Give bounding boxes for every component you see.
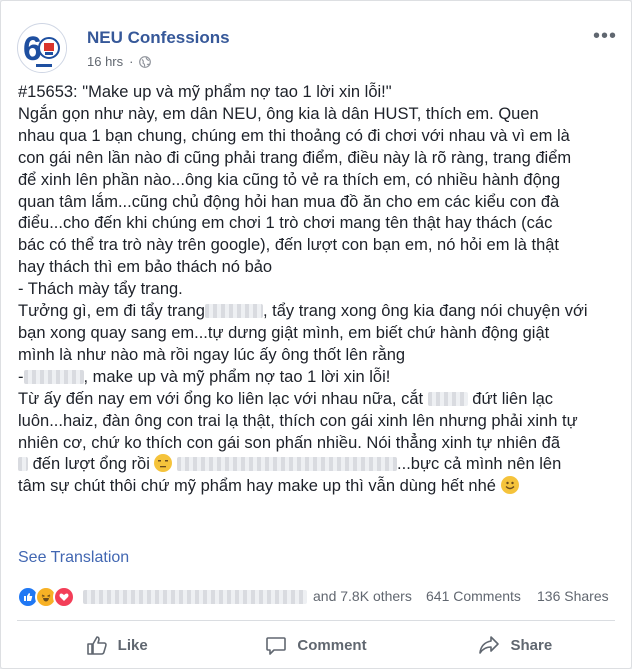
unamused-face-emoji-icon: [154, 454, 173, 473]
post-line-part: -: [18, 367, 24, 386]
page-name-link[interactable]: NEU Confessions: [87, 28, 230, 48]
post-line: để xinh lên phần nào...ông kia cũng tỏ v…: [18, 170, 561, 189]
blurred-text: [23, 369, 84, 384]
reactions-count[interactable]: and 7.8K others: [313, 588, 412, 604]
post-line: - , make up và mỹ phẩm nợ tao 1 lời xin l…: [18, 367, 618, 389]
page-avatar[interactable]: 6: [17, 23, 67, 73]
comment-bubble-icon: [266, 637, 287, 655]
share-arrow-icon: [479, 636, 500, 654]
post-actions: Like Comment Share: [17, 627, 615, 663]
blurred-text: [18, 457, 28, 472]
post-line-part: , tẩy trang xong ông kia đang nói chuyện…: [262, 302, 588, 321]
post-timestamp[interactable]: 16 hrs: [87, 54, 123, 69]
globe-icon[interactable]: [139, 55, 152, 68]
post-line: nhiên cơ, chứ ko thích con gái son phấn …: [18, 433, 561, 452]
smiling-face-emoji-icon: [500, 476, 519, 495]
thumbs-up-icon: [86, 636, 107, 655]
post-line-part: Từ ấy đến nay em với ổng ko liên lạc với…: [18, 389, 424, 408]
post-body: #15653: "Make up và mỹ phẩm nợ tao 1 lời…: [18, 82, 618, 498]
post-line: bạn xong quay sang em...tự dưng giật mìn…: [18, 323, 550, 342]
blurred-text: [177, 457, 398, 472]
reactor-names-blurred[interactable]: [83, 590, 307, 604]
post-line: luôn...haiz, đàn ông con trai lạ thật, t…: [18, 411, 578, 430]
blurred-text: [204, 304, 263, 319]
like-button[interactable]: Like: [17, 627, 216, 663]
post-line: mình là như nào mà rồi ngay lúc ấy ông t…: [18, 345, 406, 364]
post-line: điểu...cho đến khi chúng em chơi 1 trò c…: [18, 214, 553, 233]
see-translation-link[interactable]: See Translation: [18, 549, 129, 567]
love-reaction-icon[interactable]: [53, 586, 75, 608]
post-line: nhau qua 1 bạn chung, chúng em thi thoản…: [18, 126, 570, 145]
post-line: tâm sự chút thôi chứ mỹ phẩm hay make up…: [18, 476, 618, 498]
post-meta: 16 hrs ·: [87, 54, 152, 69]
comment-button[interactable]: Comment: [216, 627, 415, 663]
more-options-icon[interactable]: •••: [593, 26, 617, 46]
post-line: bác có thể tra trò này trên google), đến…: [18, 236, 560, 255]
post-line: Tưởng gì, em đi tẩy trang , tẩy trang xon…: [18, 301, 618, 323]
post-line: Từ ấy đến nay em với ổng ko liên lạc với…: [18, 389, 618, 411]
like-label: Like: [117, 636, 148, 654]
shares-count[interactable]: 136 Shares: [537, 588, 609, 604]
post-line-part: đứt liên lạc: [472, 389, 554, 408]
share-button[interactable]: Share: [416, 627, 615, 663]
reactions-summary: and 7.8K others 641 Comments 136 Shares: [17, 586, 617, 608]
post-line: #15653: "Make up và mỹ phẩm nợ tao 1 lời…: [18, 83, 392, 101]
post-line-part: đến lượt ổng rồi: [32, 455, 150, 474]
comments-count[interactable]: 641 Comments: [426, 588, 521, 604]
post-line: con gái nên lần nào đi cũng phải trang đ…: [18, 148, 572, 167]
post-header: 6 NEU Confessions 16 hrs · •••: [17, 23, 617, 73]
meta-separator: ·: [129, 54, 134, 69]
post-line: - Thách mày tẩy trang.: [18, 280, 183, 299]
post-line: đến lượt ổng rồi ...bực cả mình nên lên: [18, 454, 618, 476]
post-card: 6 NEU Confessions 16 hrs · ••• #15653: "…: [0, 0, 632, 669]
post-line-part: , make up và mỹ phẩm nợ tao 1 lời xin lỗ…: [83, 367, 391, 386]
post-line: hay thách thì em bảo thách nó bảo: [18, 258, 273, 277]
blurred-text: [427, 391, 468, 406]
share-label: Share: [510, 636, 553, 654]
comment-label: Comment: [297, 636, 367, 654]
post-line-part: tâm sự chút thôi chứ mỹ phẩm hay make up…: [18, 477, 496, 496]
reaction-icons[interactable]: [17, 586, 75, 608]
post-line-part: Tưởng gì, em đi tẩy trang: [18, 302, 205, 321]
post-line-part: ...bực cả mình nên lên: [397, 455, 562, 474]
post-line: quan tâm lắm...cũng chủ động hỏi han mua…: [18, 192, 560, 211]
post-line: Ngắn gọn như này, em dân NEU, ông kia là…: [18, 104, 539, 123]
divider: [17, 620, 615, 621]
